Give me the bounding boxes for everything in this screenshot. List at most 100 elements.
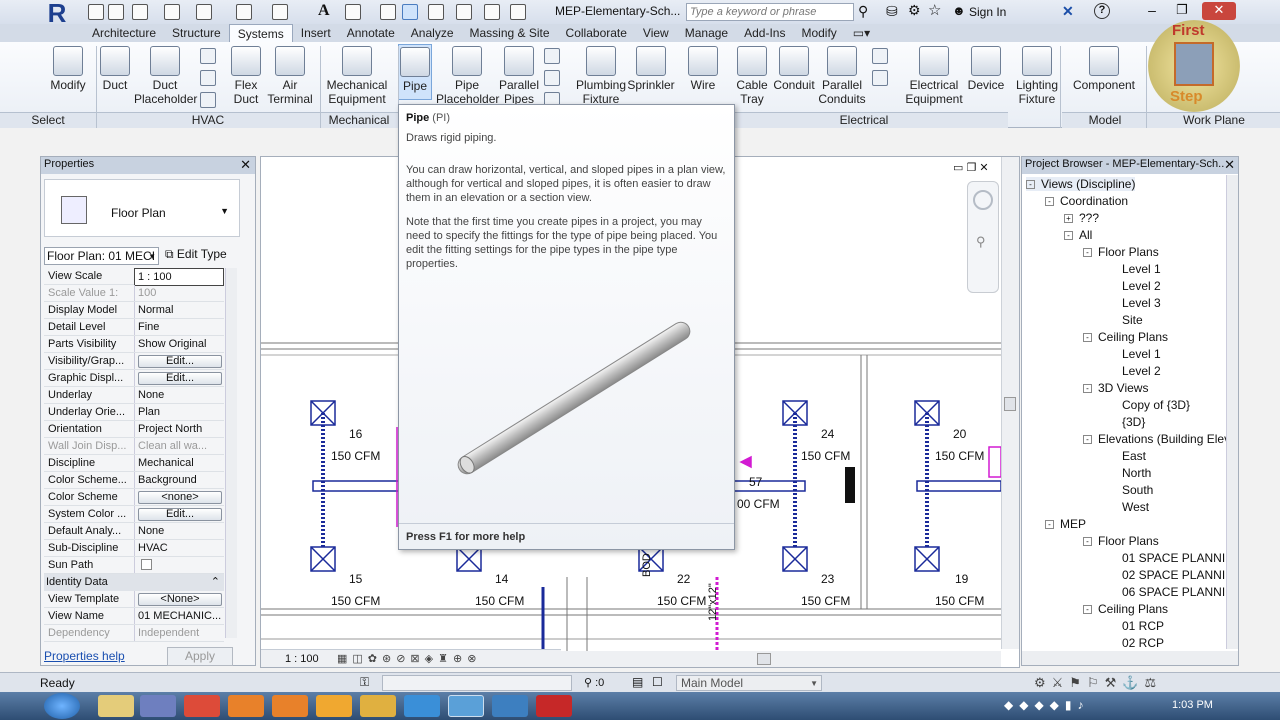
tab-modify[interactable]: Modify bbox=[793, 24, 844, 42]
application-menu-button[interactable]: R bbox=[40, 0, 74, 26]
collapse-icon[interactable]: - bbox=[1083, 384, 1092, 393]
property-value[interactable]: Edit... bbox=[134, 370, 224, 386]
property-value[interactable]: Mechanical bbox=[134, 455, 224, 471]
property-value[interactable]: Independent bbox=[134, 625, 224, 641]
pipe-button[interactable]: Pipe bbox=[398, 44, 432, 100]
browser-node[interactable]: Level 2 bbox=[1106, 364, 1161, 378]
taskbar-app-icon[interactable] bbox=[140, 695, 176, 717]
parallel-conduits-button[interactable]: Parallel Conduits bbox=[816, 44, 868, 110]
property-value[interactable]: Plan bbox=[134, 404, 224, 420]
property-value[interactable]: Edit... bbox=[134, 506, 224, 522]
close-hidden-icon[interactable] bbox=[428, 4, 444, 20]
property-row[interactable]: Default Analy... None bbox=[44, 523, 224, 540]
chrome-taskbar-icon[interactable] bbox=[184, 695, 220, 717]
redo-icon[interactable] bbox=[196, 4, 212, 20]
parallel-pipes-button[interactable]: Parallel Pipes bbox=[496, 44, 542, 110]
ribbon-options-icon[interactable]: ▭▾ bbox=[845, 24, 878, 42]
property-row[interactable]: Scale Value 1: 100 bbox=[44, 285, 224, 302]
browser-node[interactable]: - Ceiling Plans bbox=[1083, 330, 1168, 344]
sign-in-link[interactable]: Sign In bbox=[969, 5, 1006, 19]
wire-button[interactable]: Wire bbox=[686, 44, 720, 110]
device-button[interactable]: Device bbox=[966, 44, 1006, 110]
firefox-taskbar-icon[interactable] bbox=[228, 695, 264, 717]
tab-annotate[interactable]: Annotate bbox=[339, 24, 403, 42]
collapse-icon[interactable]: - bbox=[1045, 197, 1054, 206]
undo-icon[interactable] bbox=[164, 4, 180, 20]
favorites-star-icon[interactable]: ☆ bbox=[928, 1, 941, 19]
revit-taskbar-icon[interactable] bbox=[448, 695, 484, 717]
type-selector[interactable]: Floor Plan ▼ bbox=[44, 179, 240, 237]
media-player-taskbar-icon[interactable] bbox=[360, 695, 396, 717]
tab-view[interactable]: View bbox=[635, 24, 677, 42]
property-row[interactable]: View Scale 1 : 100 bbox=[44, 268, 224, 286]
exclude-options-icon[interactable]: ☐ bbox=[652, 675, 663, 689]
browser-node[interactable]: 02 SPACE PLANNING bbox=[1106, 568, 1238, 582]
browser-node[interactable]: -3D Views bbox=[1083, 381, 1148, 395]
browser-taskbar-icon[interactable] bbox=[272, 695, 308, 717]
vertical-scrollbar[interactable] bbox=[1001, 157, 1019, 649]
properties-scrollbar[interactable] bbox=[225, 268, 237, 638]
3d-view-icon[interactable] bbox=[345, 4, 361, 20]
tab-systems[interactable]: Systems bbox=[228, 24, 293, 42]
properties-help-link[interactable]: Properties help bbox=[44, 649, 125, 663]
property-value[interactable]: HVAC bbox=[134, 540, 224, 556]
property-row[interactable]: Display Model Normal bbox=[44, 302, 224, 319]
property-value[interactable]: Project North bbox=[134, 421, 224, 437]
property-row[interactable]: System Color ... Edit... bbox=[44, 506, 224, 523]
tab-massing-site[interactable]: Massing & Site bbox=[462, 24, 558, 42]
edit-type-button[interactable]: ⧉ Edit Type bbox=[165, 247, 227, 262]
help-search-input[interactable]: Type a keyword or phrase bbox=[686, 3, 854, 21]
property-row[interactable]: Wall Join Disp... Clean all wa... bbox=[44, 438, 224, 455]
tab-collaborate[interactable]: Collaborate bbox=[558, 24, 635, 42]
collapse-icon[interactable]: - bbox=[1045, 520, 1054, 529]
browser-node[interactable]: - MEP bbox=[1045, 517, 1086, 531]
close-properties-icon[interactable]: ✕ bbox=[240, 157, 251, 173]
steering-wheel-icon[interactable] bbox=[973, 190, 993, 210]
browser-node[interactable]: +??? bbox=[1064, 211, 1099, 225]
property-row[interactable]: Color Scheme <none> bbox=[44, 489, 224, 506]
property-row[interactable]: Discipline Mechanical bbox=[44, 455, 224, 472]
ribbon-small-tool-icon[interactable] bbox=[544, 48, 560, 64]
property-row[interactable]: Sun Path bbox=[44, 557, 224, 574]
browser-node[interactable]: Site bbox=[1106, 313, 1143, 327]
cable-tray-button[interactable]: Cable Tray bbox=[734, 44, 770, 110]
property-value[interactable]: Background bbox=[134, 472, 224, 488]
property-edit-button[interactable]: Edit... bbox=[138, 355, 222, 368]
sync-icon[interactable] bbox=[132, 4, 148, 20]
customize-icon[interactable] bbox=[510, 4, 526, 20]
start-button[interactable] bbox=[44, 693, 80, 719]
property-value[interactable]: 01 MECHANIC... bbox=[134, 608, 224, 624]
plumbing-fixture-button[interactable]: Plumbing Fixture bbox=[572, 44, 630, 110]
horizontal-scrollbar[interactable] bbox=[561, 651, 1001, 667]
property-value[interactable]: None bbox=[134, 523, 224, 539]
ie-taskbar-icon[interactable] bbox=[404, 695, 440, 717]
workset-select[interactable] bbox=[382, 675, 572, 691]
property-value[interactable] bbox=[134, 557, 224, 573]
browser-node[interactable]: Level 1 bbox=[1106, 347, 1161, 361]
tile-icon[interactable] bbox=[484, 4, 500, 20]
browser-node[interactable]: North bbox=[1106, 466, 1151, 480]
tab-add-ins[interactable]: Add-Ins bbox=[736, 24, 793, 42]
save-icon[interactable] bbox=[108, 4, 124, 20]
property-value[interactable]: None bbox=[134, 387, 224, 403]
switch-windows-icon[interactable] bbox=[456, 4, 472, 20]
thin-lines-icon[interactable] bbox=[402, 4, 418, 20]
duct-placeholder-button[interactable]: Duct Placeholder bbox=[134, 44, 197, 110]
binoculars-icon[interactable]: ⚲ bbox=[858, 3, 868, 20]
property-row[interactable]: Sub-Discipline HVAC bbox=[44, 540, 224, 557]
autodesk-taskbar-icon[interactable] bbox=[492, 695, 528, 717]
expand-icon[interactable]: + bbox=[1064, 214, 1073, 223]
minimize-button[interactable]: – bbox=[1140, 2, 1164, 20]
view-scale-indicator[interactable]: 1 : 100 bbox=[285, 653, 319, 665]
flex-duct-button[interactable]: Flex Duct bbox=[228, 44, 264, 110]
browser-node[interactable]: 01 RCP bbox=[1106, 619, 1164, 633]
property-row[interactable]: Underlay Orie... Plan bbox=[44, 404, 224, 421]
collapse-icon[interactable]: - bbox=[1083, 537, 1092, 546]
property-row[interactable]: Parts Visibility Show Original bbox=[44, 336, 224, 353]
tab-analyze[interactable]: Analyze bbox=[403, 24, 462, 42]
subscription-icon[interactable]: ⛁ bbox=[886, 3, 898, 20]
section-icon[interactable] bbox=[380, 4, 396, 20]
browser-node[interactable]: East bbox=[1106, 449, 1146, 463]
conduit-button[interactable]: Conduit bbox=[772, 44, 816, 110]
property-value[interactable]: Normal bbox=[134, 302, 224, 318]
